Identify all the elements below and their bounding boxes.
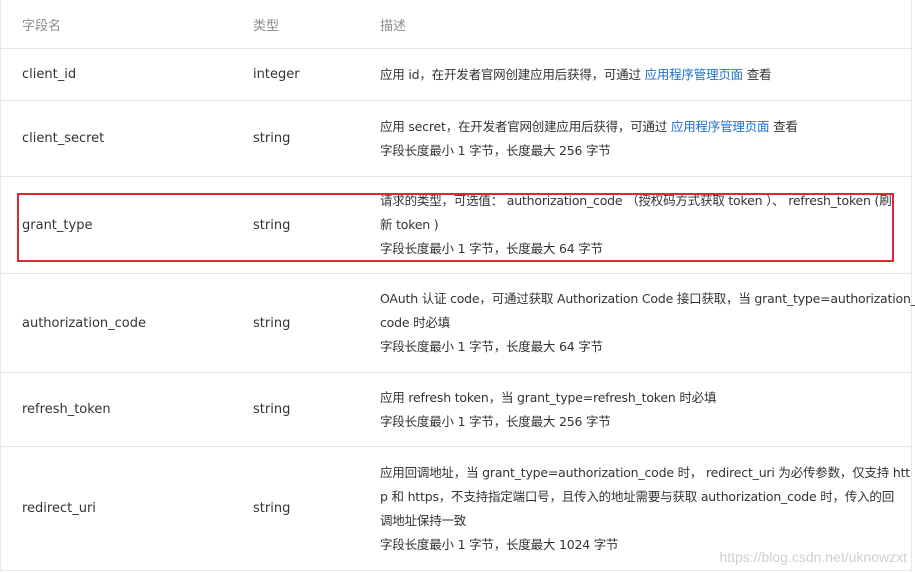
table-row: refresh_token string 应用 refresh token，当 … [1,373,911,447]
table-row: authorization_code string OAuth 认证 code，… [1,274,915,373]
field-name: client_id [22,67,77,82]
field-desc: 应用 id，在开发者官网创建应用后获得，可通过 应用程序管理页面 查看 [380,49,896,100]
field-type: string [253,501,291,516]
desc-text: 请求的类型，可选值： authorization_code （授权码方式获取 t… [380,193,892,208]
table-header-row: 字段名 类型 描述 [1,0,911,49]
app-management-link[interactable]: 应用程序管理页面 [645,67,744,82]
field-desc: 应用 secret，在开发者官网创建应用后获得，可通过 应用程序管理页面 查看 … [380,101,896,176]
field-name: redirect_uri [22,501,96,516]
field-name: refresh_token [22,402,111,417]
field-type: integer [253,67,300,82]
desc-text: OAuth 认证 code，可通过获取 Authorization Code 接… [380,291,915,306]
header-type: 类型 [253,18,280,34]
table-row: client_id integer 应用 id，在开发者官网创建应用后获得，可通… [1,49,911,101]
desc-text: 应用 secret，在开发者官网创建应用后获得，可通过 [380,118,671,134]
desc-text: 查看 [769,118,798,134]
table-row: grant_type string 请求的类型，可选值： authorizati… [1,177,911,274]
field-desc: 请求的类型，可选值： authorization_code （授权码方式获取 t… [380,177,896,273]
header-name: 字段名 [22,18,62,34]
desc-text: 应用 refresh token，当 grant_type=refresh_to… [380,389,717,405]
params-table: 字段名 类型 描述 client_id integer 应用 id，在开发者官网… [0,0,915,571]
field-type: string [253,131,291,146]
field-type: string [253,402,291,417]
watermark: https://blog.csdn.net/uknowzxt [719,549,907,565]
desc-text: 应用回调地址，当 grant_type=authorization_code 时… [380,464,910,480]
desc-text: 查看 [742,66,772,82]
desc-text: p 和 https，不支持指定端口号，且传入的地址需要与获取 authoriza… [380,488,895,504]
field-name: grant_type [22,217,93,233]
desc-text: 调地址保持一致 [380,512,467,528]
field-desc: OAuth 认证 code，可通过获取 Authorization Code 接… [380,274,915,372]
table-row: client_secret string 应用 secret，在开发者官网创建应… [1,101,911,177]
field-desc: 应用 refresh token，当 grant_type=refresh_to… [380,373,896,446]
desc-length: 字段长度最小 1 字节，长度最大 256 字节 [380,413,611,429]
field-type: string [253,217,291,233]
desc-text: 应用 id，在开发者官网创建应用后获得，可通过 [380,66,645,82]
header-desc: 描述 [380,18,407,34]
desc-text: 新 token ) [380,217,439,232]
field-type: string [253,315,291,331]
desc-length: 字段长度最小 1 字节，长度最大 64 字节 [380,241,603,256]
field-name: client_secret [22,131,105,146]
desc-length: 字段长度最小 1 字节，长度最大 64 字节 [380,339,603,354]
desc-text: code 时必填 [380,315,451,330]
desc-length: 字段长度最小 1 字节，长度最大 256 字节 [380,142,611,158]
app-management-link[interactable]: 应用程序管理页面 [671,119,770,134]
field-name: authorization_code [22,315,146,331]
